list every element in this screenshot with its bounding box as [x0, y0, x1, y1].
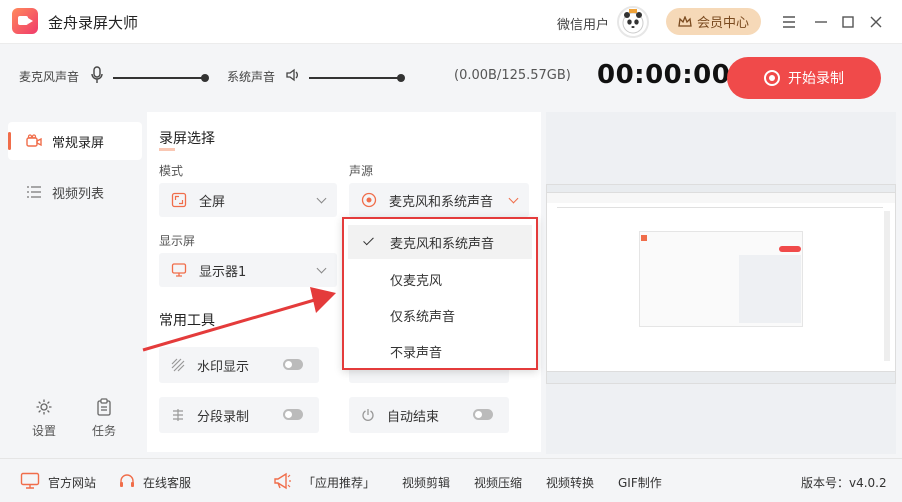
footer: 官方网站 在线客服 「应用推荐」 视频剪辑 视频压缩 视频转换 GIF制作 版本…	[0, 458, 902, 502]
tool-segment-recording[interactable]: 分段录制	[159, 397, 319, 433]
sidebar-item-label: 常规录屏	[52, 135, 105, 151]
dropdown-option-label: 麦克风和系统声音	[390, 236, 495, 252]
sidebar-item-video-list[interactable]: 视频列表	[8, 173, 142, 211]
system-volume-label: 系统声音	[227, 70, 276, 84]
tasks-button[interactable]: 任务	[82, 398, 126, 439]
app-title: 金舟录屏大师	[48, 14, 139, 32]
display-select[interactable]: 显示器1	[159, 253, 337, 287]
mode-value: 全屏	[199, 194, 226, 210]
headset-icon	[118, 472, 136, 490]
avatar[interactable]	[617, 6, 649, 38]
list-icon	[26, 185, 42, 199]
segment-toggle[interactable]	[283, 409, 303, 420]
menu-icon[interactable]	[779, 12, 799, 32]
audio-source-dropdown: 麦克风和系统声音 仅麦克风 仅系统声音 不录声音	[342, 217, 538, 370]
mic-volume-label: 麦克风声音	[19, 70, 80, 84]
official-website-link[interactable]: 官方网站	[48, 474, 96, 491]
title-bar: 金舟录屏大师 微信用户 会员中心	[0, 0, 902, 44]
annotation-arrow-icon	[142, 287, 336, 352]
check-icon	[363, 234, 374, 246]
audio-source-icon	[361, 192, 377, 208]
gear-icon	[22, 398, 66, 416]
record-icon	[764, 70, 780, 86]
tool-label: 分段录制	[197, 409, 250, 425]
monitor-icon	[171, 262, 187, 278]
sidebar-item-label: 视频列表	[52, 186, 105, 202]
tasks-label: 任务	[91, 424, 116, 438]
dropdown-option-mic-only[interactable]: 仅麦克风	[348, 262, 532, 296]
fullscreen-icon	[171, 192, 187, 208]
storage-usage: (0.00B/125.57GB)	[454, 68, 571, 83]
camera-icon	[26, 134, 42, 148]
audio-bar: 麦克风声音 系统声音 (0.00B/125.57GB) 00:00:00 开始录…	[0, 44, 902, 112]
minimize-icon[interactable]	[811, 12, 831, 32]
display-label: 显示屏	[159, 234, 196, 248]
watermark-icon	[171, 358, 185, 372]
chevron-down-icon	[316, 263, 327, 274]
mode-select[interactable]: 全屏	[159, 183, 337, 217]
video-convert-link[interactable]: 视频转换	[546, 474, 594, 491]
maximize-icon[interactable]	[838, 12, 858, 32]
start-recording-label: 开始录制	[788, 71, 844, 87]
version-label: 版本号：v4.0.2	[801, 476, 887, 490]
microphone-icon[interactable]	[90, 66, 104, 84]
tool-label: 水印显示	[197, 359, 250, 375]
auto-stop-toggle[interactable]	[473, 409, 493, 420]
app-recommend-label: 「应用推荐」	[303, 476, 376, 490]
vip-center-button[interactable]: 会员中心	[666, 8, 761, 35]
dropdown-option-label: 仅麦克风	[390, 273, 443, 289]
crown-icon	[678, 15, 692, 28]
sidebar: 常规录屏 视频列表 设置 任务	[6, 112, 142, 454]
dropdown-option-mic-and-system[interactable]: 麦克风和系统声音	[348, 225, 532, 259]
segment-icon	[171, 408, 185, 422]
user-name[interactable]: 微信用户	[557, 14, 609, 33]
preview-thumbnail	[546, 184, 896, 384]
speaker-icon[interactable]	[285, 67, 301, 83]
dropdown-option-label: 不录声音	[390, 345, 443, 361]
vip-center-label: 会员中心	[696, 16, 749, 31]
chevron-down-icon	[508, 193, 519, 204]
watermark-toggle[interactable]	[283, 359, 303, 370]
dropdown-option-label: 仅系统声音	[390, 309, 456, 325]
start-recording-button[interactable]: 开始录制	[727, 57, 881, 99]
section-underline	[159, 148, 175, 151]
audio-source-select[interactable]: 麦克风和系统声音	[349, 183, 529, 217]
system-volume-slider[interactable]	[309, 77, 401, 79]
megaphone-icon	[272, 471, 292, 491]
source-value: 麦克风和系统声音	[389, 194, 494, 210]
settings-label: 设置	[31, 424, 56, 438]
tool-auto-stop[interactable]: 自动结束	[349, 397, 509, 433]
dropdown-option-system-only[interactable]: 仅系统声音	[348, 298, 532, 332]
video-edit-link[interactable]: 视频剪辑	[402, 474, 450, 491]
power-icon	[361, 408, 375, 422]
source-label: 声源	[349, 164, 374, 178]
mic-volume-knob[interactable]	[201, 74, 209, 82]
app-logo-icon	[12, 8, 38, 34]
screen-preview	[546, 112, 896, 454]
close-icon[interactable]	[866, 12, 886, 32]
settings-button[interactable]: 设置	[22, 398, 66, 439]
video-compress-link[interactable]: 视频压缩	[474, 474, 522, 491]
clipboard-icon	[82, 398, 126, 416]
sidebar-item-regular-recording[interactable]: 常规录屏	[8, 122, 142, 160]
tool-label: 自动结束	[387, 409, 440, 425]
section-title-screen: 录屏选择	[159, 131, 215, 147]
gif-make-link[interactable]: GIF制作	[618, 474, 662, 491]
display-value: 显示器1	[199, 264, 247, 280]
dropdown-option-no-audio[interactable]: 不录声音	[348, 334, 532, 368]
mode-label: 模式	[159, 164, 184, 178]
record-timer: 00:00:00	[597, 60, 731, 90]
website-icon	[20, 472, 40, 490]
mic-volume-slider[interactable]	[113, 77, 205, 79]
online-support-link[interactable]: 在线客服	[143, 474, 191, 491]
chevron-down-icon	[316, 193, 327, 204]
system-volume-knob[interactable]	[397, 74, 405, 82]
